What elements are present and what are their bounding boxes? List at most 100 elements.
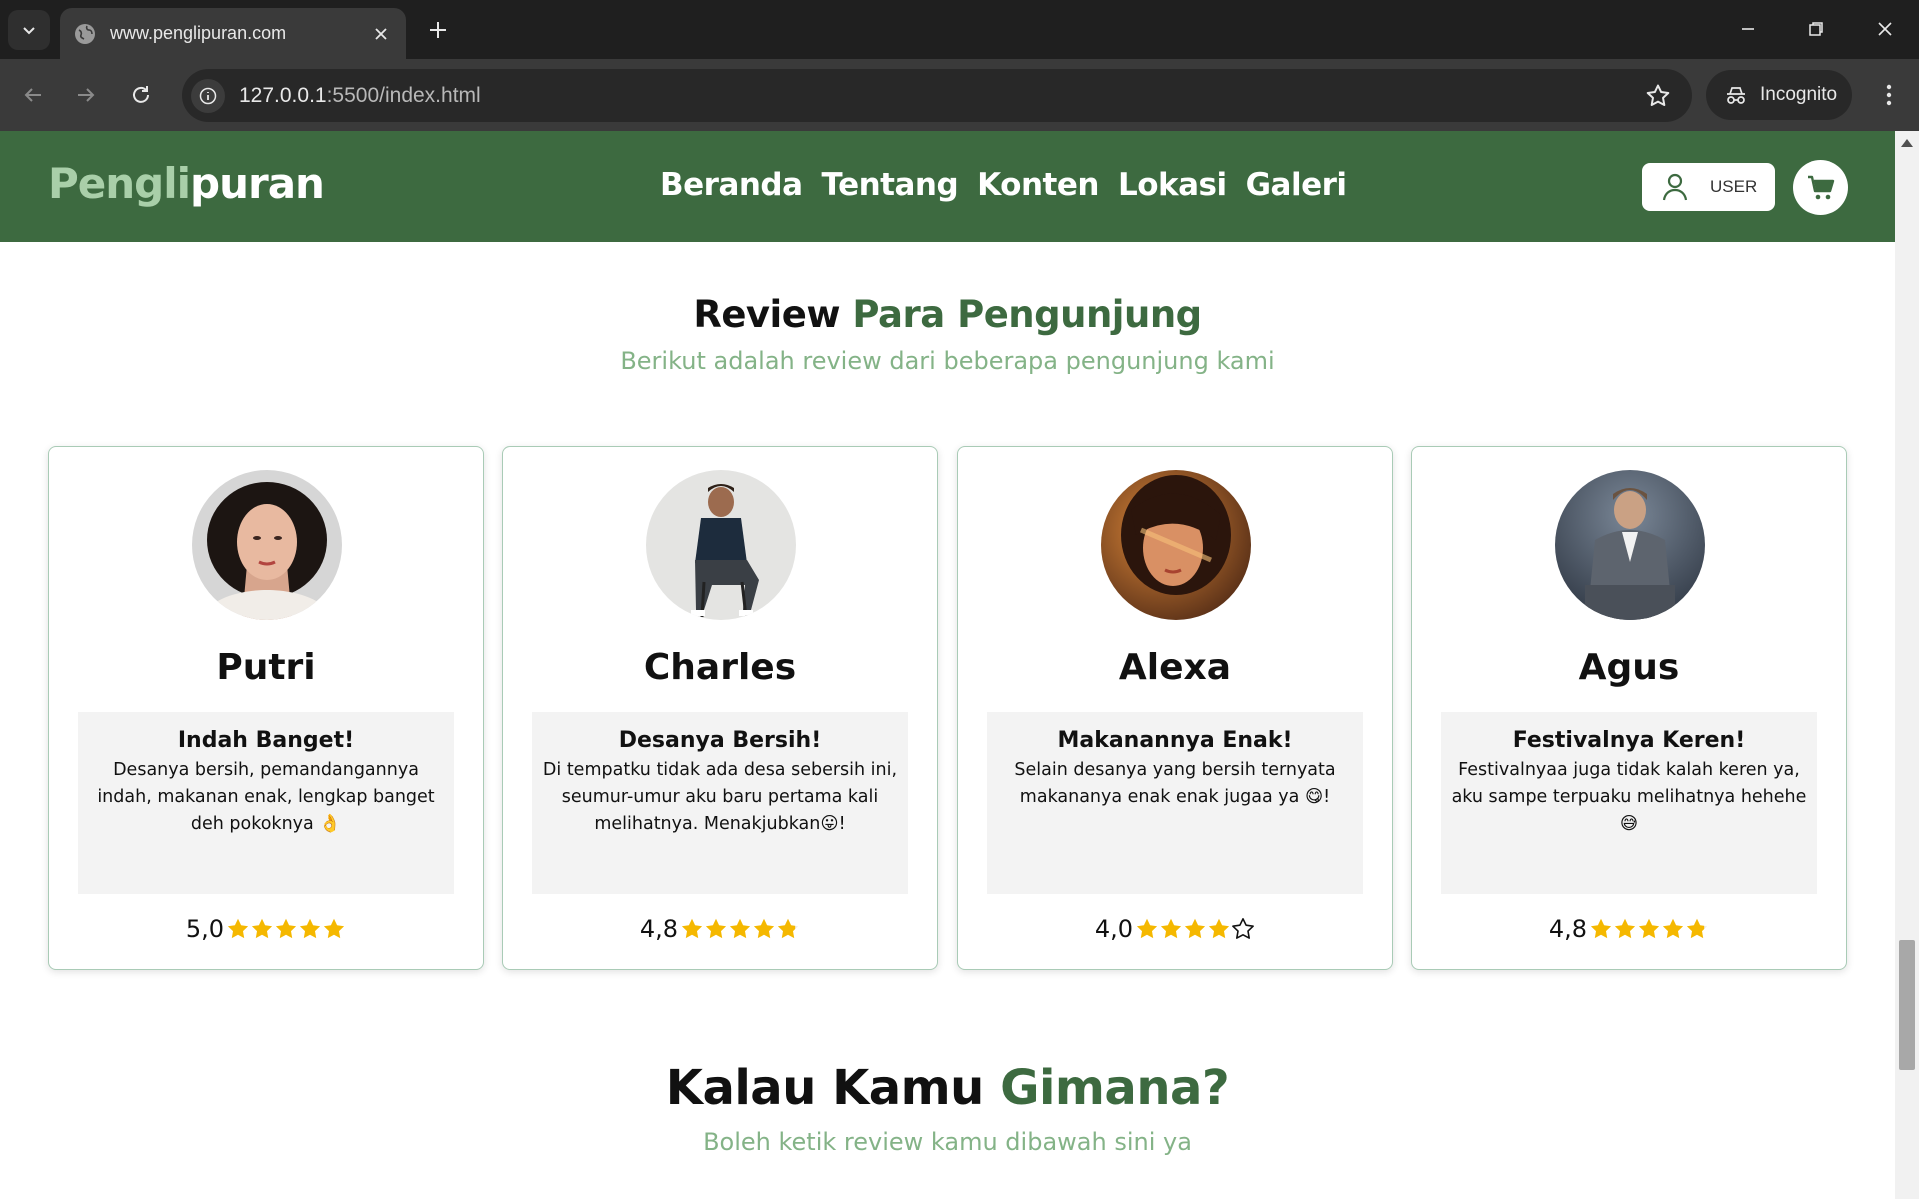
browser-tab-bar: www.penglipuran.com [0, 0, 1919, 59]
review-text: Festivalnyaa juga tidak kalah keren ya, … [1451, 760, 1807, 834]
star-full-icon [1662, 918, 1684, 939]
close-icon [375, 27, 387, 40]
review-box: Festivalnya Keren! Festivalnyaa juga tid… [1441, 712, 1817, 894]
menu-beranda[interactable]: Beranda [660, 167, 803, 203]
rating: 4,0 [958, 915, 1392, 943]
back-button[interactable] [15, 77, 51, 113]
rating-score: 4,8 [1548, 915, 1588, 943]
incognito-icon [1727, 87, 1745, 104]
site-navbar: Penglipuran Beranda Tentang Konten Lokas… [0, 131, 1895, 242]
site-info-button[interactable] [191, 78, 225, 113]
chevron-down-icon [23, 27, 35, 35]
star-full-icon [323, 918, 345, 939]
scroll-thumb[interactable] [1899, 940, 1915, 1070]
arrow-left-icon [24, 88, 41, 102]
avatar [192, 470, 342, 620]
user-label: USER [1710, 177, 1758, 196]
menu-tentang[interactable]: Tentang [822, 167, 959, 203]
tab-search-button[interactable] [8, 10, 50, 50]
star-full-icon [251, 918, 273, 939]
rating: 4,8 [1412, 915, 1846, 943]
new-tab-button[interactable] [425, 17, 451, 43]
star-full-icon [753, 918, 775, 939]
reviews-heading-green: Para Pengunjung [852, 293, 1202, 336]
avatar [1101, 470, 1251, 620]
browser-toolbar: 127.0.0.1:5500/index.html Incognito [0, 59, 1919, 131]
star-full-icon [1136, 918, 1158, 939]
avatar [1555, 470, 1705, 620]
star-full-icon [1638, 918, 1660, 939]
review-text: Desanya bersih, pemandangannya indah, ma… [97, 760, 435, 834]
star-partial-icon [777, 918, 799, 939]
plus-icon [430, 22, 446, 38]
arrow-right-icon [78, 88, 95, 102]
bookmark-button[interactable] [1644, 82, 1672, 110]
rating-stars [1135, 917, 1255, 941]
reviewer-name: Agus [1578, 647, 1680, 688]
review-text: Di tempatku tidak ada desa sebersih ini,… [542, 760, 898, 834]
cart-icon [1807, 175, 1834, 199]
tab-title: www.penglipuran.com [110, 23, 287, 43]
user-button[interactable]: USER [1642, 163, 1775, 211]
minimize-icon [1742, 28, 1754, 30]
page-scrollbar[interactable] [1895, 131, 1919, 1199]
star-full-icon [275, 918, 297, 939]
close-icon [1878, 22, 1892, 36]
avatar-photo-alexa [1101, 470, 1251, 620]
close-window-button[interactable] [1870, 14, 1900, 44]
feedback-heading: Kalau Kamu Gimana? [0, 1060, 1895, 1116]
review-card: Charles Desanya Bersih! Di tempatku tida… [502, 446, 938, 970]
url-text: 127.0.0.1:5500/index.html [239, 84, 481, 108]
avatar-photo-agus [1555, 470, 1705, 620]
more-vert-icon [1886, 84, 1892, 106]
rating-score: 4,8 [639, 915, 679, 943]
avatar [646, 470, 796, 620]
browser-tab[interactable]: www.penglipuran.com [60, 8, 406, 59]
address-bar[interactable]: 127.0.0.1:5500/index.html [182, 69, 1692, 122]
minimize-button[interactable] [1733, 14, 1763, 44]
avatar-photo-putri [192, 470, 342, 620]
reviewer-name: Charles [643, 647, 797, 688]
cart-button[interactable] [1793, 160, 1848, 215]
star-full-icon [1590, 918, 1612, 939]
menu-lokasi[interactable]: Lokasi [1118, 167, 1227, 203]
logo-part2: puran [190, 159, 325, 208]
restore-button[interactable] [1801, 14, 1831, 44]
review-card: Alexa Makanannya Enak! Selain desanya ya… [957, 446, 1393, 970]
star-full-icon [1184, 918, 1206, 939]
tab-close-button[interactable] [370, 23, 392, 45]
star-partial-icon [1686, 918, 1708, 939]
review-title: Makanannya Enak! [1057, 728, 1293, 753]
menu-galeri[interactable]: Galeri [1246, 167, 1347, 203]
incognito-indicator[interactable]: Incognito [1706, 70, 1852, 120]
star-full-icon [1160, 918, 1182, 939]
reload-button[interactable] [123, 77, 159, 113]
review-title: Festivalnya Keren! [1512, 728, 1746, 753]
scroll-up-arrow[interactable] [1901, 139, 1913, 147]
star-full-icon [705, 918, 727, 939]
review-box: Indah Banget! Desanya bersih, pemandanga… [78, 712, 454, 894]
reviews-heading: Review Para Pengunjung [0, 293, 1895, 336]
menu-konten[interactable]: Konten [977, 167, 1099, 203]
star-full-icon [299, 918, 321, 939]
rating-score: 5,0 [185, 915, 225, 943]
review-title: Indah Banget! [177, 728, 355, 753]
forward-button[interactable] [68, 77, 104, 113]
feedback-subtitle: Boleh ketik review kamu dibawah sini ya [703, 1128, 1192, 1156]
rating: 4,8 [503, 915, 937, 943]
browser-menu-button[interactable] [1874, 77, 1904, 113]
restore-icon [1809, 22, 1823, 36]
review-card: Agus Festivalnya Keren! Festivalnyaa jug… [1411, 446, 1847, 970]
site-logo[interactable]: Penglipuran [48, 159, 325, 208]
incognito-label: Incognito [1760, 84, 1838, 105]
star-full-icon [729, 918, 751, 939]
review-box: Desanya Bersih! Di tempatku tidak ada de… [532, 712, 908, 894]
reviews-subtitle: Berikut adalah review dari beberapa peng… [620, 347, 1275, 375]
user-icon [1662, 173, 1688, 201]
main-menu: Beranda Tentang Konten Lokasi Galeri [660, 167, 1347, 203]
rating-stars [226, 917, 346, 941]
url-host: 127.0.0.1 [239, 83, 327, 107]
rating-stars [1589, 917, 1709, 941]
star-outline-icon [1646, 84, 1670, 106]
star-full-icon [1208, 918, 1230, 939]
